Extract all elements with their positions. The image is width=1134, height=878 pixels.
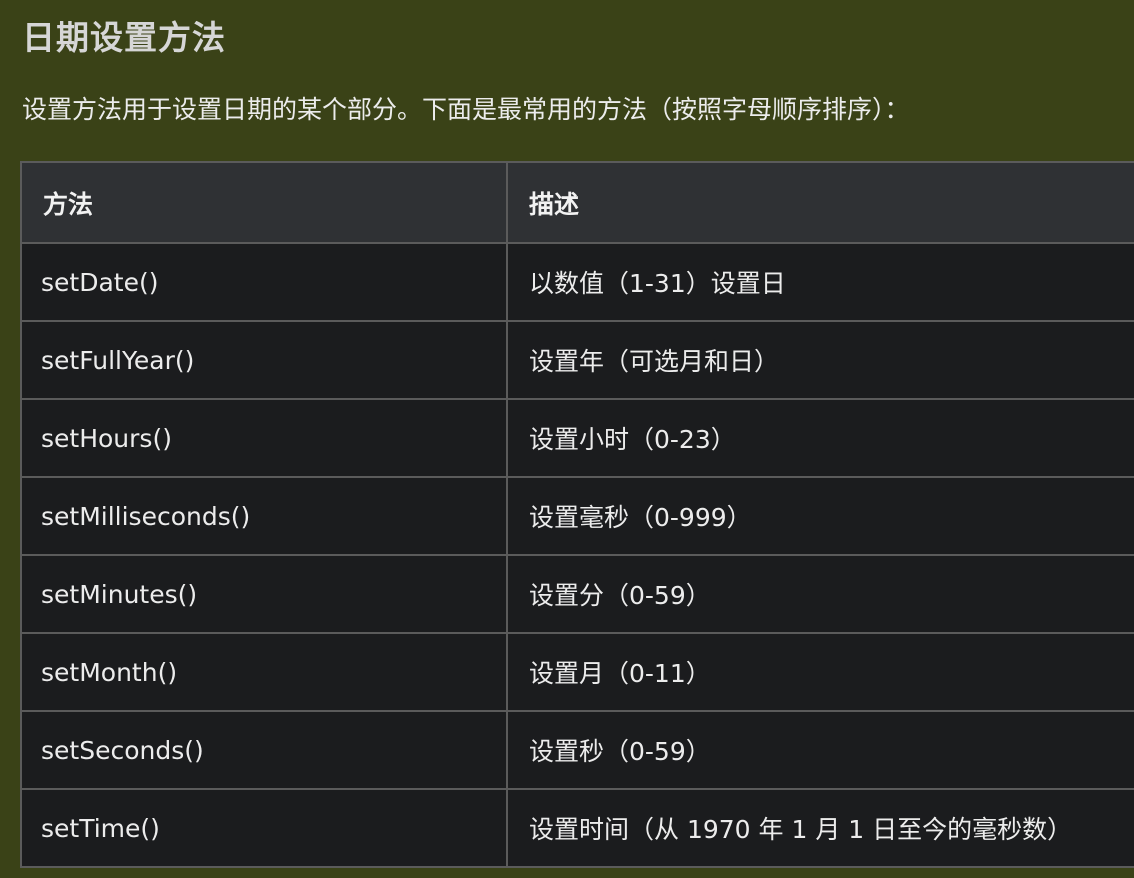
table-row: setMinutes() 设置分（0-59） (20, 554, 1134, 634)
method-cell: setTime() (20, 788, 508, 868)
table-row: setSeconds() 设置秒（0-59） (20, 710, 1134, 790)
description-cell: 以数值（1-31）设置日 (506, 242, 1134, 322)
intro-paragraph: 设置方法用于设置日期的某个部分。下面是最常用的方法（按照字母顺序排序）： (22, 95, 910, 124)
description-cell: 设置秒（0-59） (506, 710, 1134, 790)
table-row: setMilliseconds() 设置毫秒（0-999） (20, 476, 1134, 556)
method-cell: setSeconds() (20, 710, 508, 790)
table-header-row: 方法 描述 (20, 161, 1134, 244)
description-cell: 设置小时（0-23） (506, 398, 1134, 478)
description-cell: 设置月（0-11） (506, 632, 1134, 712)
table-row: setHours() 设置小时（0-23） (20, 398, 1134, 478)
description-cell: 设置年（可选月和日） (506, 320, 1134, 400)
methods-table: 方法 描述 setDate() 以数值（1-31）设置日 setFullYear… (20, 161, 1134, 868)
column-header-method: 方法 (20, 161, 508, 244)
table-row: setDate() 以数值（1-31）设置日 (20, 242, 1134, 322)
description-cell: 设置时间（从 1970 年 1 月 1 日至今的毫秒数） (506, 788, 1134, 868)
description-cell: 设置分（0-59） (506, 554, 1134, 634)
method-cell: setHours() (20, 398, 508, 478)
table-row: setMonth() 设置月（0-11） (20, 632, 1134, 712)
method-cell: setFullYear() (20, 320, 508, 400)
method-cell: setMinutes() (20, 554, 508, 634)
table-row: setTime() 设置时间（从 1970 年 1 月 1 日至今的毫秒数） (20, 788, 1134, 868)
method-cell: setDate() (20, 242, 508, 322)
method-cell: setMilliseconds() (20, 476, 508, 556)
page-title: 日期设置方法 (22, 18, 226, 57)
method-cell: setMonth() (20, 632, 508, 712)
column-header-description: 描述 (506, 161, 1134, 244)
description-cell: 设置毫秒（0-999） (506, 476, 1134, 556)
table-row: setFullYear() 设置年（可选月和日） (20, 320, 1134, 400)
